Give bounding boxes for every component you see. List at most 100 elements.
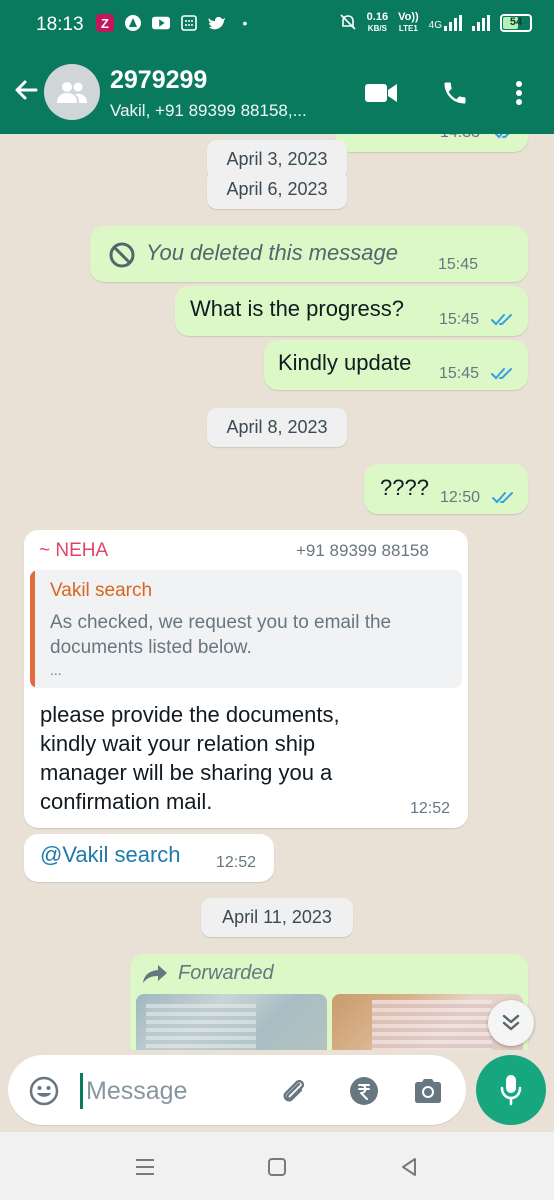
date-divider: April 11, 2023 [201, 898, 353, 937]
triangle-back-icon [402, 1158, 416, 1176]
message-time: 12:52 [410, 800, 451, 817]
signal-bars-2-icon [472, 15, 490, 31]
message-line: confirmation mail. [40, 789, 213, 814]
emoji-icon[interactable] [28, 1075, 60, 1107]
attach-button[interactable] [278, 1075, 310, 1107]
double-chevron-down-icon [502, 1014, 520, 1031]
message-time: 15:45 [439, 365, 480, 382]
deleted-message-text: You deleted this message [146, 240, 398, 265]
status-time: 18:13 [36, 14, 84, 35]
more-notifications-dot-icon: • [242, 15, 248, 31]
read-receipt-icon [494, 134, 510, 139]
message-text: Kindly update [278, 350, 412, 375]
chat-title[interactable]: 2979299 [110, 66, 207, 95]
forwarded-label: Forwarded [178, 962, 274, 984]
app-notification-icon [124, 14, 142, 32]
quoted-message[interactable]: Vakil search As checked, we request you … [30, 570, 462, 688]
voice-call-button[interactable] [438, 76, 472, 110]
message-time: 12:50 [440, 489, 481, 506]
video-call-button[interactable] [364, 76, 398, 110]
date-divider: April 8, 2023 [207, 408, 347, 447]
back-button[interactable] [10, 74, 42, 106]
volte-label: Vo)) [398, 11, 419, 23]
quoted-sender: Vakil search [50, 580, 153, 601]
volte-indicator: Vo)) LTE1 [398, 12, 419, 34]
read-receipt-icon [491, 314, 512, 326]
chat-participants[interactable]: Vakil, +91 89399 88158,... [110, 101, 307, 121]
message-text: What is the progress? [190, 296, 404, 321]
group-avatar[interactable] [44, 64, 100, 120]
media-thumbnail[interactable] [136, 994, 327, 1050]
lte-label: LTE1 [398, 24, 418, 33]
arrow-back-icon [15, 80, 38, 100]
message-bubble-outgoing[interactable]: 14:33 [336, 134, 528, 152]
camera-button[interactable] [412, 1075, 444, 1107]
text-cursor [80, 1073, 83, 1109]
message-time: 12:52 [216, 854, 257, 871]
message-line: manager will be sharing you a [40, 760, 333, 785]
square-home-icon [268, 1158, 286, 1176]
nav-back-button[interactable] [394, 1152, 424, 1182]
message-bubble-incoming[interactable]: @Vakil search 12:52 [24, 834, 274, 882]
notification-icons: Z • [96, 14, 254, 32]
quoted-ellipsis: ... [50, 662, 62, 678]
status-bar: 18:13 Z • 0.16 KB/S Vo)) LTE1 4G 54 [0, 0, 554, 50]
message-time: 15:45 [438, 256, 479, 273]
sender-name[interactable]: ~ NEHA [39, 540, 108, 562]
forward-arrow-icon [143, 965, 167, 983]
message-bubble-outgoing[interactable]: What is the progress? 15:45 [175, 286, 528, 336]
message-bubble-outgoing[interactable]: ???? 12:50 [364, 464, 528, 514]
microphone-icon [500, 1075, 522, 1106]
system-navigation-bar [0, 1132, 554, 1200]
network-speed: 0.16 KB/S [367, 12, 388, 34]
rupee-icon [350, 1077, 378, 1105]
chat-header: 2979299 Vakil, +91 89399 88158,... [0, 50, 554, 134]
home-button[interactable] [262, 1152, 292, 1182]
phone-icon [444, 82, 466, 104]
network-speed-unit: KB/S [367, 24, 387, 33]
scroll-to-bottom-button[interactable] [488, 1000, 534, 1046]
voice-message-button[interactable] [476, 1055, 546, 1125]
message-bubble-forwarded[interactable]: Forwarded [130, 954, 528, 1050]
camera-icon [415, 1079, 441, 1103]
message-bubble-deleted[interactable]: You deleted this message 15:45 [90, 226, 528, 282]
message-text: ???? [380, 475, 429, 500]
message-line: please provide the documents, [40, 702, 340, 727]
message-bubble-outgoing[interactable]: Kindly update 15:45 [264, 340, 528, 390]
signal-bars-icon [444, 15, 462, 31]
message-bubble-incoming[interactable]: ~ NEHA +91 89399 88158 Vakil search As c… [24, 530, 468, 828]
kebab-menu-icon [516, 81, 522, 105]
twitter-notification-icon [208, 14, 226, 32]
message-time: 15:45 [439, 311, 480, 328]
read-receipt-icon [491, 368, 512, 380]
message-time: 14:33 [440, 134, 480, 142]
payment-button[interactable] [348, 1075, 380, 1107]
chat-messages[interactable]: 14:33 April 3, 2023 April 6, 2023 You de… [0, 134, 554, 1050]
message-text: please provide the documents, kindly wai… [40, 700, 340, 816]
message-input[interactable]: Message [86, 1077, 187, 1106]
message-line: kindly wait your relation ship [40, 731, 316, 756]
compose-bar: Message [0, 1050, 554, 1132]
quoted-text: As checked, we request you to email the … [50, 610, 391, 660]
more-options-button[interactable] [502, 76, 536, 110]
message-input-container[interactable]: Message [8, 1055, 466, 1125]
zomato-notification-icon: Z [96, 14, 114, 32]
document-image-icon [146, 1004, 256, 1050]
battery-icon: 54 [500, 14, 532, 32]
recent-apps-button[interactable] [130, 1152, 160, 1182]
mute-icon [339, 13, 357, 34]
video-camera-icon [365, 84, 397, 102]
quote-accent-bar [30, 570, 35, 688]
mention-link[interactable]: @Vakil search [40, 842, 181, 868]
paperclip-icon [283, 1079, 305, 1102]
signal-4g: 4G [429, 15, 462, 31]
menu-lines-icon [136, 1159, 154, 1175]
network-type: 4G [428, 20, 442, 31]
network-speed-value: 0.16 [366, 11, 389, 23]
calculator-notification-icon [180, 14, 198, 32]
blocked-icon [109, 242, 135, 268]
sender-phone[interactable]: +91 89399 88158 [296, 541, 429, 561]
read-receipt-icon [492, 492, 513, 504]
battery-level: 54 [509, 16, 523, 28]
group-icon [57, 82, 87, 103]
